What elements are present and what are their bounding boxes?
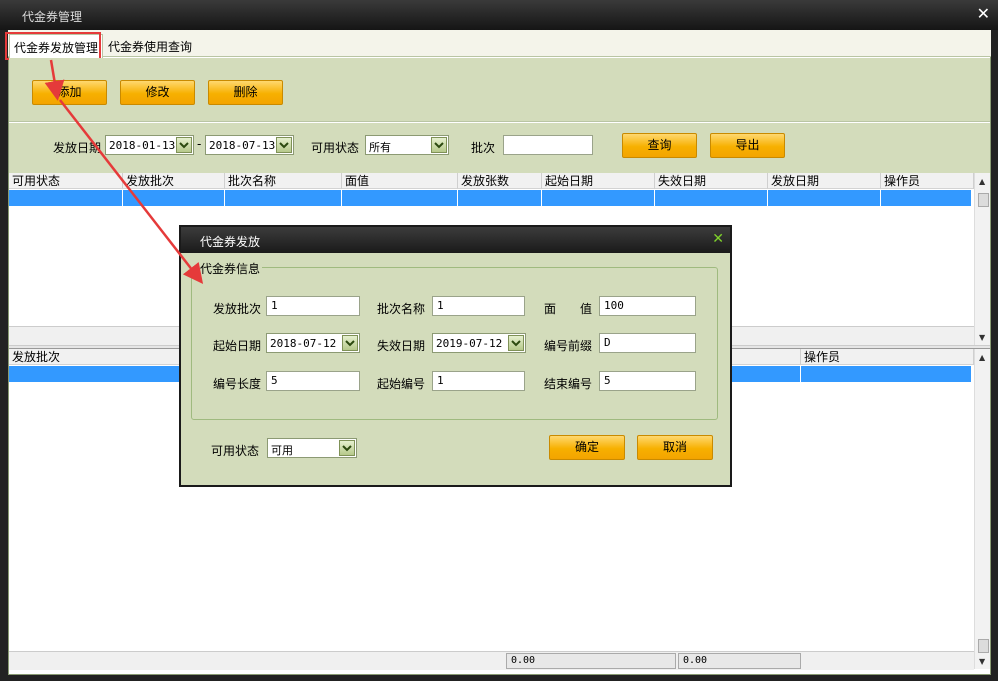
footer-bar (9, 651, 974, 670)
expire-date-value: 2019-07-12 (436, 337, 503, 350)
dialog-body: 代金券信息 发放批次 1 批次名称 1 面 值 100 起始日期 2018-07… (181, 253, 730, 485)
chevron-down-icon[interactable] (339, 440, 355, 456)
end-number-label: 结束编号 (544, 377, 593, 391)
chevron-down-icon[interactable] (342, 335, 358, 351)
status-value: 可用 (271, 444, 293, 457)
batch-filter-input[interactable] (503, 135, 593, 155)
tab-voucher-query[interactable]: 代金券使用查询 (104, 34, 196, 58)
face-value-label: 面 值 (544, 302, 593, 316)
window-title: 代金券管理 (22, 10, 83, 24)
scroll-down-icon[interactable]: ▼ (979, 657, 985, 666)
date-from-picker[interactable]: 2018-01-13 (105, 135, 194, 155)
number-length-input[interactable]: 5 (266, 371, 360, 391)
batch-name-input[interactable]: 1 (432, 296, 525, 316)
scroll-down-icon[interactable]: ▼ (979, 333, 985, 342)
expire-date-picker[interactable]: 2019-07-12 (432, 333, 526, 353)
start-number-input[interactable]: 1 (432, 371, 525, 391)
start-date-label: 起始日期 (213, 339, 262, 353)
column-header[interactable]: 发放张数 (458, 173, 542, 189)
column-header[interactable]: 操作员 (881, 173, 974, 189)
number-prefix-input[interactable]: D (599, 333, 696, 353)
table-row[interactable] (9, 190, 971, 206)
confirm-button[interactable]: 确定 (549, 435, 625, 460)
date-from-value: 2018-01-13 (109, 139, 176, 152)
window-titlebar: 代金券管理 ✕ (0, 0, 998, 30)
issue-voucher-dialog: 代金券发放 ✕ 代金券信息 发放批次 1 批次名称 1 面 值 100 起始日期… (179, 225, 732, 487)
close-icon[interactable]: ✕ (977, 4, 990, 23)
start-number-label: 起始编号 (377, 377, 426, 391)
edit-button[interactable]: 修改 (120, 80, 195, 105)
export-button[interactable]: 导出 (710, 133, 785, 158)
batch-label: 发放批次 (213, 302, 262, 316)
date-to-picker[interactable]: 2018-07-13 (205, 135, 294, 155)
column-header[interactable]: 发放批次 (123, 173, 225, 189)
dialog-title: 代金券发放 (200, 235, 261, 249)
status-select[interactable]: 可用 (267, 438, 357, 458)
footer-total-1: 0.00 (506, 653, 676, 669)
add-button[interactable]: 添加 (32, 80, 107, 105)
detail-table-scrollbar[interactable]: ▲ ▼ (974, 349, 990, 669)
start-date-picker[interactable]: 2018-07-12 (266, 333, 360, 353)
scroll-up-icon[interactable]: ▲ (979, 353, 985, 362)
issue-date-label: 发放日期 (53, 141, 102, 155)
date-range-separator: - (197, 137, 202, 151)
column-header[interactable]: 操作员 (801, 349, 974, 365)
number-prefix-label: 编号前缀 (544, 339, 593, 353)
start-date-value: 2018-07-12 (270, 337, 337, 350)
batch-filter-label: 批次 (471, 141, 496, 155)
scroll-thumb[interactable] (978, 639, 989, 653)
end-number-input[interactable]: 5 (599, 371, 696, 391)
expire-date-label: 失效日期 (377, 339, 426, 353)
query-button[interactable]: 查询 (622, 133, 697, 158)
number-length-label: 编号长度 (213, 377, 262, 391)
status-filter-select[interactable]: 所有 (365, 135, 449, 155)
column-header[interactable]: 发放日期 (768, 173, 881, 189)
column-header[interactable]: 起始日期 (542, 173, 655, 189)
issue-table-scrollbar[interactable]: ▲ ▼ (974, 173, 990, 345)
batch-name-label: 批次名称 (377, 302, 426, 316)
chevron-down-icon[interactable] (176, 137, 192, 153)
scroll-up-icon[interactable]: ▲ (979, 177, 985, 186)
chevron-down-icon[interactable] (508, 335, 524, 351)
status-filter-value: 所有 (369, 141, 391, 154)
status-filter-label: 可用状态 (311, 141, 360, 155)
column-header[interactable]: 面值 (342, 173, 458, 189)
face-value-input[interactable]: 100 (599, 296, 696, 316)
scroll-thumb[interactable] (978, 193, 989, 207)
column-header[interactable]: 批次名称 (225, 173, 342, 189)
close-icon[interactable]: ✕ (712, 231, 724, 247)
group-title: 代金券信息 (198, 260, 263, 277)
chevron-down-icon[interactable] (276, 137, 292, 153)
chevron-down-icon[interactable] (431, 137, 447, 153)
issue-table-header: 可用状态 发放批次 批次名称 面值 发放张数 起始日期 失效日期 发放日期 操作… (9, 173, 974, 189)
dialog-titlebar[interactable]: 代金券发放 ✕ (181, 227, 730, 253)
annotation-highlight-box (5, 32, 101, 60)
column-header[interactable]: 可用状态 (9, 173, 123, 189)
batch-input[interactable]: 1 (266, 296, 360, 316)
status-label: 可用状态 (211, 444, 260, 458)
cancel-button[interactable]: 取消 (637, 435, 713, 460)
date-to-value: 2018-07-13 (209, 139, 276, 152)
footer-total-2: 0.00 (678, 653, 801, 669)
column-header[interactable]: 失效日期 (655, 173, 768, 189)
delete-button[interactable]: 删除 (208, 80, 283, 105)
